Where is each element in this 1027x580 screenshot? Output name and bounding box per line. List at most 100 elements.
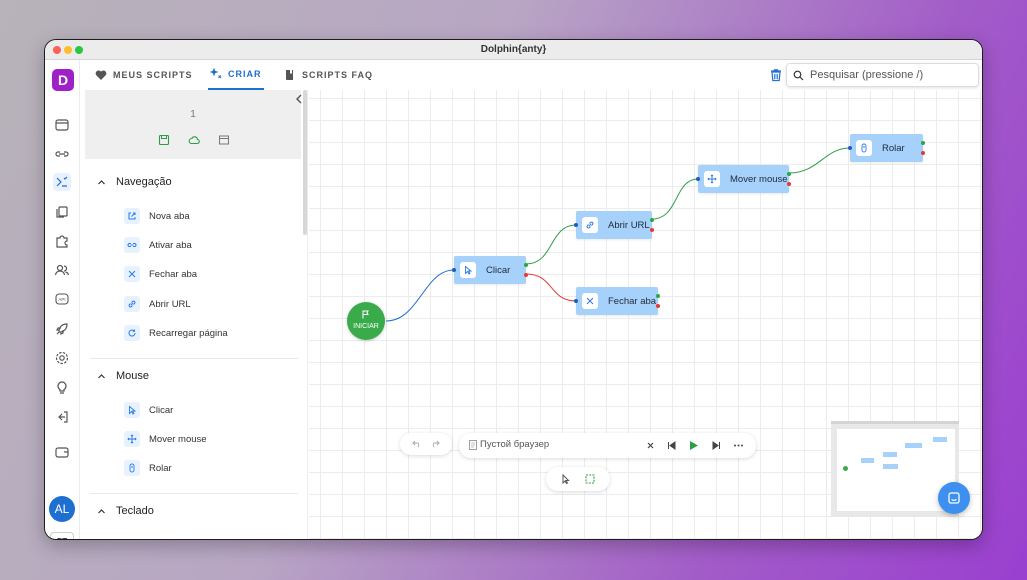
block-item-recarregar-pagina[interactable]: Recarregar página — [124, 325, 228, 341]
tab-criar[interactable]: CRIAR — [208, 60, 264, 90]
chain-icon — [586, 221, 594, 229]
flow-node-mover-mouse[interactable]: Mover mouse — [696, 165, 791, 193]
block-item-nova-aba[interactable]: Nova aba — [124, 208, 190, 224]
trash-icon[interactable] — [769, 68, 783, 82]
cursor-icon — [129, 405, 137, 415]
block-label: Ativar aba — [149, 239, 192, 251]
chain-icon — [128, 300, 136, 308]
top-navigation: MEUS SCRIPTS CRIAR SCRIPTS FAQ — [80, 60, 982, 90]
chevron-up-icon — [98, 179, 105, 184]
section-title: Navegação — [116, 176, 172, 188]
history-controls — [400, 433, 452, 455]
error-port[interactable] — [787, 182, 791, 186]
minimap-node — [861, 458, 874, 463]
mouse-scroll-icon — [861, 143, 867, 153]
success-port[interactable] — [524, 263, 528, 267]
step-back-button[interactable] — [665, 439, 678, 452]
block-item-fechar-aba[interactable]: Fechar aba — [124, 266, 197, 282]
user-avatar[interactable]: AL — [49, 496, 75, 522]
input-port[interactable] — [696, 177, 700, 181]
tab-label: MEUS SCRIPTS — [113, 70, 193, 80]
users-icon[interactable] — [53, 261, 71, 279]
block-item-ativar-aba[interactable]: Ativar aba — [124, 237, 192, 253]
language-selector[interactable]: PT — [50, 532, 74, 539]
input-port[interactable] — [574, 299, 578, 303]
cloud-save-icon[interactable] — [188, 134, 200, 146]
profile-selector[interactable]: Пустой браузер — [469, 439, 549, 450]
rocket-icon[interactable] — [53, 320, 71, 338]
input-port[interactable] — [848, 146, 852, 150]
success-port[interactable] — [656, 294, 660, 298]
node-label: Fechar aba — [608, 295, 657, 307]
api-icon[interactable]: API — [53, 290, 71, 308]
play-icon — [690, 441, 698, 450]
flow-node-clicar[interactable]: Clicar — [452, 256, 528, 284]
more-options-button[interactable] — [732, 439, 745, 452]
flow-node-abrir-url[interactable]: Abrir URL — [574, 211, 654, 239]
block-label: Recarregar página — [149, 327, 228, 339]
copy-icon[interactable] — [53, 203, 71, 221]
panel-scrollbar[interactable] — [303, 90, 307, 235]
node-label: Mover mouse — [730, 173, 788, 185]
run-button[interactable] — [687, 439, 700, 452]
clear-profile-button[interactable] — [644, 439, 657, 452]
profile-label: Пустой браузер — [480, 439, 550, 450]
flag-icon — [362, 310, 369, 319]
wallet-icon[interactable] — [53, 443, 71, 461]
block-item-clicar[interactable]: Clicar — [124, 402, 173, 418]
browser-icon[interactable] — [53, 116, 71, 134]
error-port[interactable] — [650, 228, 654, 232]
support-chat-button[interactable] — [938, 482, 970, 514]
section-mouse[interactable]: Mouse — [97, 370, 149, 382]
search-box[interactable] — [786, 63, 979, 87]
tab-scripts-faq[interactable]: SCRIPTS FAQ — [284, 60, 373, 90]
logout-icon[interactable] — [53, 408, 71, 426]
chat-icon — [948, 492, 960, 504]
document-icon[interactable] — [218, 134, 230, 146]
undo-icon[interactable] — [412, 440, 422, 448]
error-port[interactable] — [656, 304, 660, 308]
flow-node-rolar[interactable]: Rolar — [848, 134, 925, 162]
input-port[interactable] — [452, 268, 456, 272]
start-node[interactable]: INICIAR — [347, 302, 385, 340]
block-item-mover-mouse[interactable]: Mover mouse — [124, 431, 207, 447]
automation-icon[interactable] — [53, 173, 71, 191]
block-item-abrir-url[interactable]: Abrir URL — [124, 296, 191, 312]
save-icon[interactable] — [158, 134, 170, 146]
redo-icon[interactable] — [430, 440, 440, 448]
icon-rail: D API AL — [45, 60, 80, 539]
section-navegacao[interactable]: Navegação — [97, 176, 172, 188]
window-title: Dolphin{anty} — [480, 44, 547, 55]
section-title: Mouse — [116, 370, 150, 382]
error-port[interactable] — [921, 151, 925, 155]
input-port[interactable] — [574, 223, 578, 227]
flow-node-fechar-aba[interactable]: Fechar aba — [574, 287, 660, 315]
block-label: Rolar — [149, 462, 172, 474]
search-input[interactable] — [810, 69, 970, 81]
settings-icon[interactable] — [53, 349, 71, 367]
block-label: Fechar aba — [149, 268, 198, 280]
app-logo[interactable]: D — [52, 69, 74, 91]
puzzle-icon[interactable] — [53, 232, 71, 250]
success-port[interactable] — [650, 218, 654, 222]
link-icon[interactable] — [53, 145, 71, 163]
search-icon — [793, 70, 804, 80]
block-label: Mover mouse — [149, 433, 207, 445]
flow-canvas[interactable]: INICIAR Clicar Abrir URL Fechar aba Move… — [309, 90, 982, 539]
success-port[interactable] — [921, 141, 925, 145]
block-item-rolar[interactable]: Rolar — [124, 460, 172, 476]
select-area-icon[interactable] — [584, 473, 596, 485]
node-label: Clicar — [486, 264, 511, 276]
mouse-scroll-icon — [129, 463, 135, 473]
section-teclado[interactable]: Teclado — [97, 505, 154, 517]
edge-clicar-fechar-aba — [525, 273, 577, 302]
error-port[interactable] — [524, 273, 528, 277]
success-port[interactable] — [787, 172, 791, 176]
run-toolbar: Пустой браузер — [459, 433, 756, 458]
pointer-tool-icon[interactable] — [560, 473, 572, 485]
skip-back-icon — [668, 441, 676, 450]
close-icon — [647, 442, 654, 449]
bulb-icon[interactable] — [53, 379, 71, 397]
tab-meus-scripts[interactable]: MEUS SCRIPTS — [95, 60, 193, 90]
step-forward-button[interactable] — [710, 439, 723, 452]
